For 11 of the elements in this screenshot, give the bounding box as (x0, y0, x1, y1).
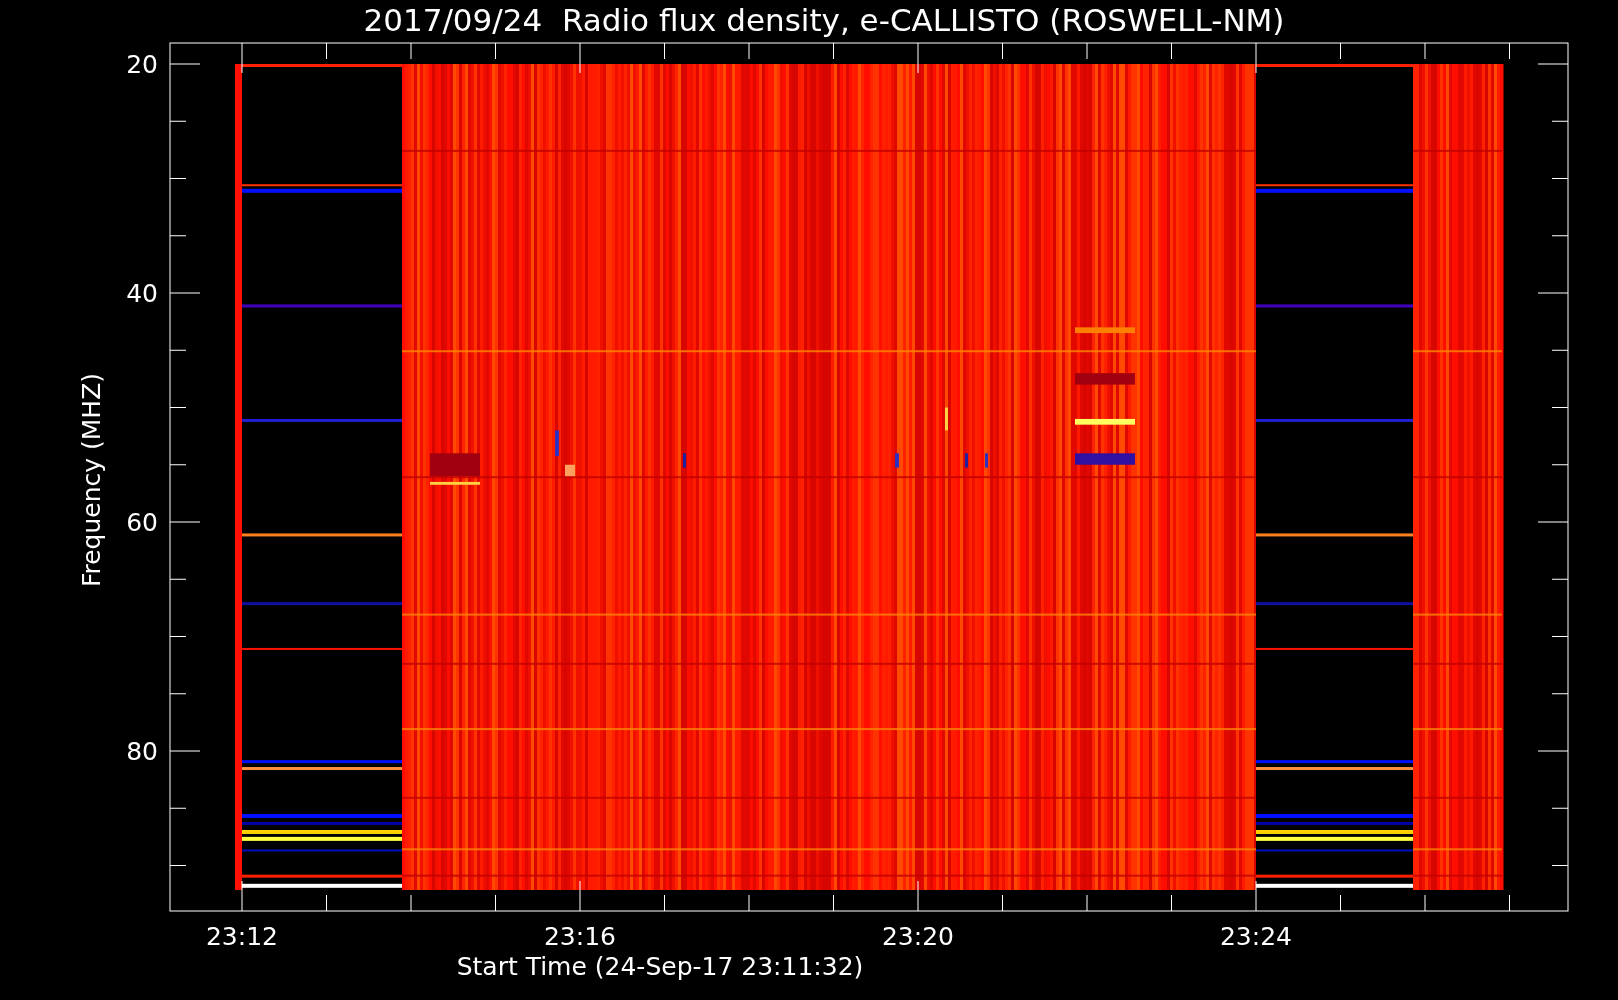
y-tick-label: 60 (126, 508, 158, 537)
x-tick-label: 23:24 (1220, 922, 1292, 951)
x-tick-label: 23:20 (882, 922, 954, 951)
y-axis-label: Frequency (MHZ) (77, 372, 106, 588)
x-tick-label: 23:12 (206, 922, 278, 951)
chart-title: 2017/09/24 Radio flux density, e-CALLISTO (ROSWELL-NM) (362, 1, 1286, 40)
x-tick-label: 23:16 (544, 922, 616, 951)
y-tick-label: 20 (126, 50, 158, 79)
y-tick-label: 80 (126, 737, 158, 766)
x-axis-label: Start Time (24-Sep-17 23:11:32) (456, 952, 864, 981)
y-tick-label: 40 (126, 279, 158, 308)
